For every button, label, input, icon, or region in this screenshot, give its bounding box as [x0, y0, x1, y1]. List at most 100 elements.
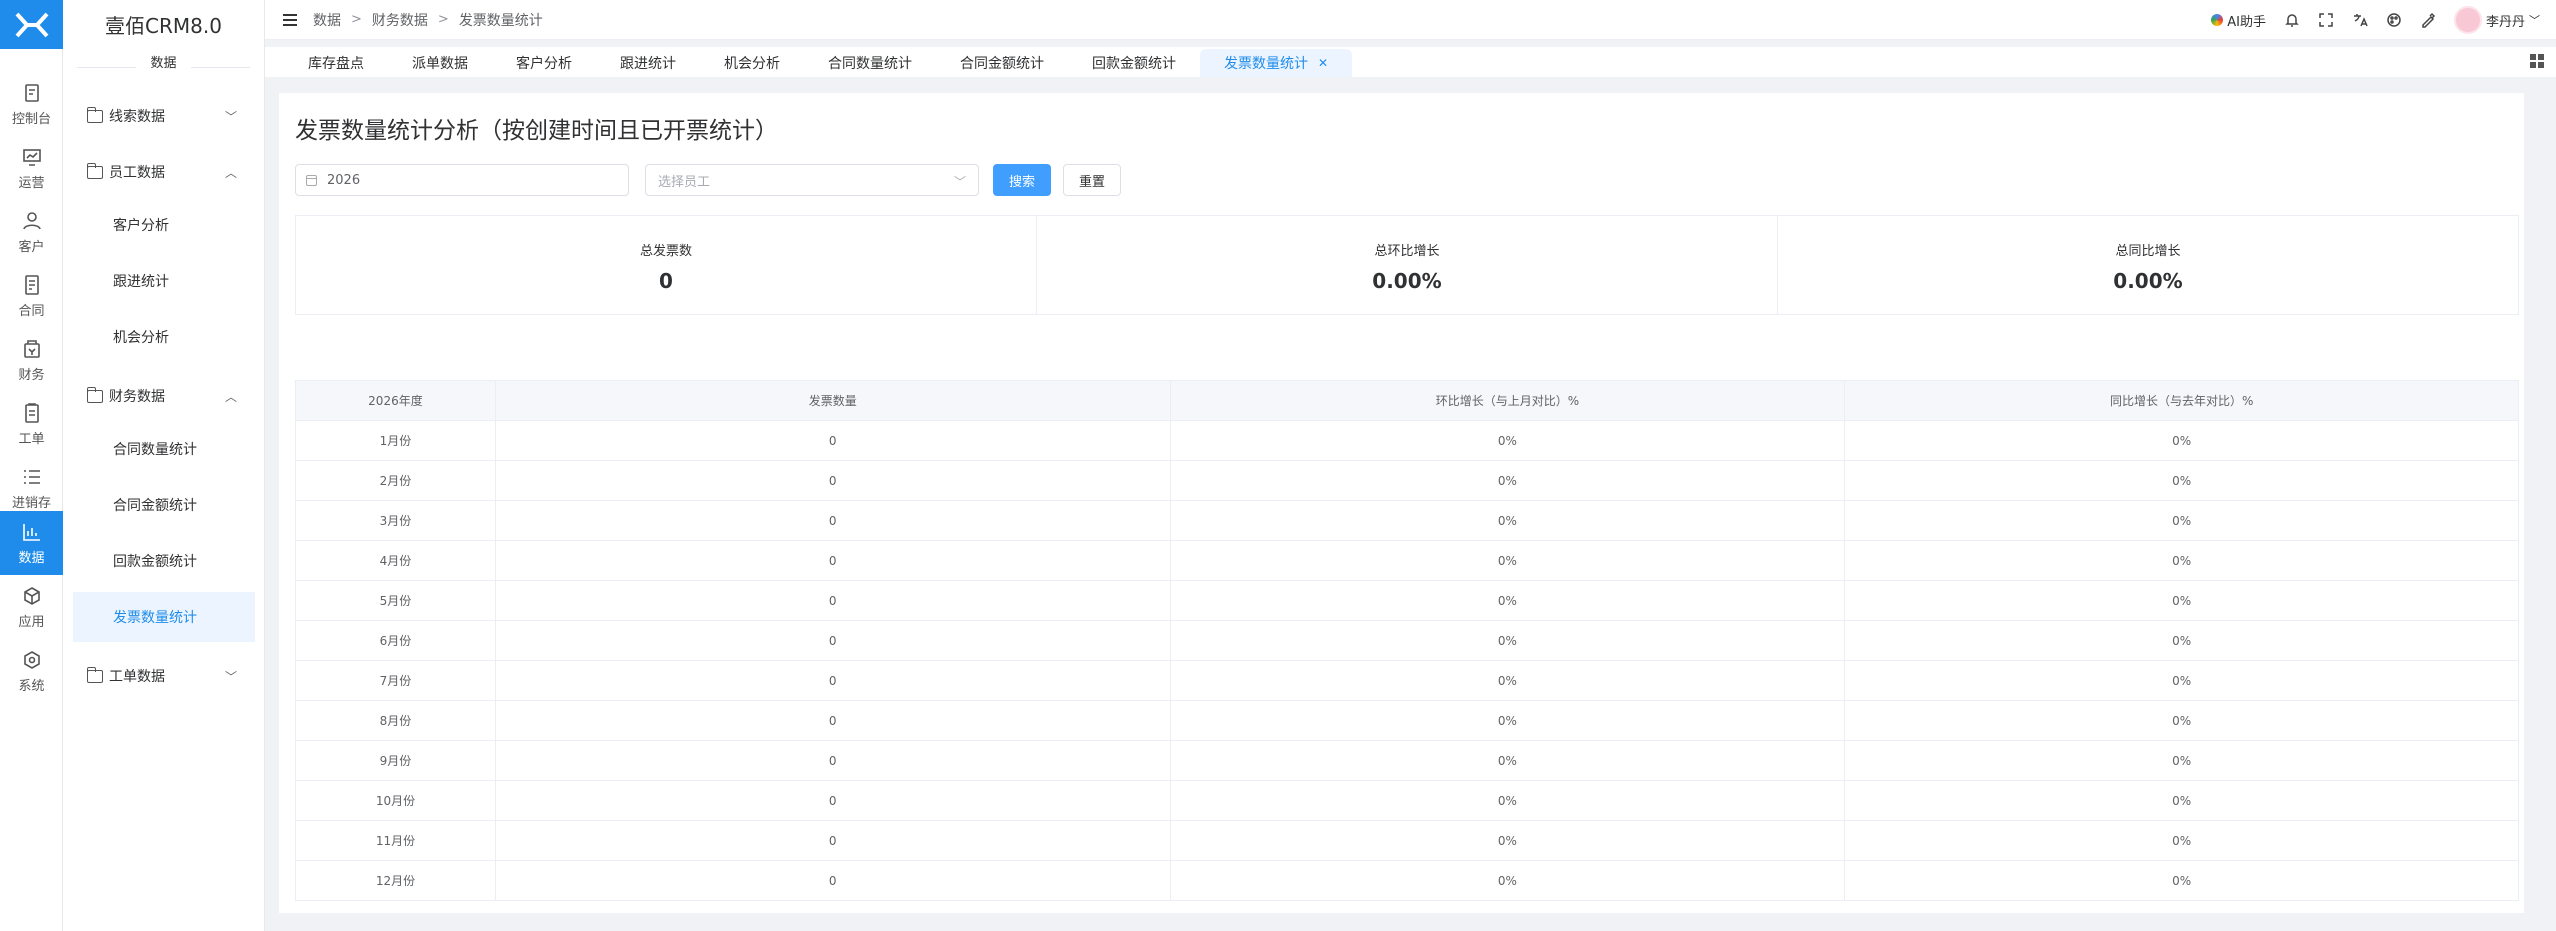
tab-payment-amount[interactable]: 回款金额统计: [1068, 49, 1200, 77]
chevron-down-icon: ﹀: [224, 109, 237, 124]
rail-item-label: 运营: [18, 175, 45, 191]
bell-icon[interactable]: [2284, 12, 2300, 28]
table-cell: 0%: [1844, 780, 2519, 821]
tab-inventory-check[interactable]: 库存盘点: [284, 49, 388, 77]
tab-label: 发票数量统计: [1224, 56, 1308, 72]
menu-toggle-icon[interactable]: [283, 13, 297, 26]
breadcrumb-separator: >: [437, 12, 449, 27]
menu-group-employee[interactable]: 员工数据 ︿: [73, 148, 255, 196]
table-cell: 0%: [1169, 740, 1846, 781]
close-icon[interactable]: ✕: [1318, 56, 1328, 70]
icon-rail: 控制台 运营 客户 合同 财务 工单 进销存 数据 应用 系统: [0, 0, 63, 931]
table-cell: 0: [494, 620, 1171, 661]
breadcrumb-item[interactable]: 财务数据: [372, 10, 428, 30]
employee-select[interactable]: 选择员工 ﹀: [645, 164, 979, 196]
folder-icon: [86, 106, 103, 123]
tab-contract-count[interactable]: 合同数量统计: [804, 49, 936, 77]
rail-item-apps[interactable]: 应用: [0, 575, 63, 639]
rail-item-label: 系统: [18, 678, 45, 694]
tab-label: 合同金额统计: [960, 56, 1044, 72]
tab-followup-stats[interactable]: 跟进统计: [596, 49, 700, 77]
table-row: 8月份 0 0% 0%: [295, 700, 2519, 741]
rail-item-operations[interactable]: 运营: [0, 136, 63, 200]
table-cell: 0%: [1844, 820, 2519, 861]
table-cell: 0%: [1169, 500, 1846, 541]
rail-item-dashboard[interactable]: 控制台: [0, 72, 63, 136]
rail-item-label: 客户: [18, 239, 45, 255]
table-cell: 11月份: [295, 820, 496, 861]
table-cell: 0%: [1169, 660, 1846, 701]
finance-icon: [23, 339, 40, 358]
brand-title: 壹佰CRM8.0: [105, 13, 222, 38]
menu-group-work-order[interactable]: 工单数据 ﹀: [73, 652, 255, 700]
inventory-icon: [23, 469, 40, 484]
theme-palette-icon[interactable]: [2386, 12, 2402, 28]
stats-summary: 总发票数 0 总环比增长 0.00% 总同比增长 0.00%: [295, 215, 2519, 315]
table-row: 4月份 0 0% 0%: [295, 540, 2519, 581]
menu-item-contract-count[interactable]: 合同数量统计: [73, 424, 255, 474]
chevron-down-icon: ﹀: [953, 175, 966, 189]
column-header: 2026年度: [295, 380, 496, 421]
stat-value: 0: [659, 269, 673, 293]
column-header: 环比增长（与上月对比）%: [1169, 380, 1846, 421]
table-row: 2月份 0 0% 0%: [295, 460, 2519, 501]
tab-invoice-count[interactable]: 发票数量统计 ✕: [1200, 49, 1353, 77]
rail-item-contract[interactable]: 合同: [0, 264, 63, 328]
reset-button[interactable]: 重置: [1063, 164, 1121, 196]
invoice-stats-table: 2026年度 发票数量 环比增长（与上月对比）% 同比增长（与去年对比）% 1月…: [295, 380, 2519, 901]
menu-item-customer-analysis[interactable]: 客户分析: [73, 200, 255, 250]
table-cell: 7月份: [295, 660, 496, 701]
ai-assistant-button[interactable]: AI助手: [2211, 11, 2266, 30]
breadcrumb-item[interactable]: 数据: [313, 10, 341, 30]
table-row: 6月份 0 0% 0%: [295, 620, 2519, 661]
table-row: 11月份 0 0% 0%: [295, 820, 2519, 861]
rail-item-finance[interactable]: 财务: [0, 328, 63, 392]
user-menu[interactable]: 李丹丹 ﹀: [2453, 6, 2540, 34]
rail-item-work-order[interactable]: 工单: [0, 392, 63, 456]
folder-icon: [86, 162, 103, 179]
chevron-down-icon: ﹀: [2529, 14, 2540, 27]
menu-item-opportunity-analysis[interactable]: 机会分析: [73, 312, 255, 362]
table-cell: 0: [494, 740, 1171, 781]
table-cell: 0: [494, 500, 1171, 541]
table-cell: 0%: [1169, 540, 1846, 581]
tabs-menu-icon[interactable]: [2530, 54, 2544, 68]
rail-item-system[interactable]: 系统: [0, 639, 63, 703]
table-cell: 3月份: [295, 500, 496, 541]
table-cell: 0%: [1844, 580, 2519, 621]
table-body: 1月份 0 0% 0% 2月份 0 0% 0% 3月份 0 0% 0% 4月份 0 0% 0% 5月份 0 0% 0%…: [295, 420, 2519, 901]
menu-item-contract-amount[interactable]: 合同金额统计: [73, 480, 255, 530]
skin-icon[interactable]: [2420, 12, 2436, 28]
tab-customer-analysis[interactable]: 客户分析: [492, 49, 596, 77]
app-logo[interactable]: [0, 0, 63, 49]
fullscreen-icon[interactable]: [2318, 12, 2334, 28]
operations-icon: [22, 148, 41, 166]
menu-group-finance[interactable]: 财务数据 ︿: [73, 372, 255, 420]
menu-item-payment-amount[interactable]: 回款金额统计: [73, 536, 255, 586]
rail-item-data[interactable]: 数据: [0, 511, 63, 575]
tab-dispatch-data[interactable]: 派单数据: [388, 49, 492, 77]
tab-contract-amount[interactable]: 合同金额统计: [936, 49, 1068, 77]
stat-total-yoy-growth: 总同比增长 0.00%: [1778, 216, 2518, 314]
menu-item-followup-stats[interactable]: 跟进统计: [73, 256, 255, 306]
table-cell: 0: [494, 540, 1171, 581]
table-cell: 0%: [1844, 460, 2519, 501]
table-row: 9月份 0 0% 0%: [295, 740, 2519, 781]
table-row: 5月份 0 0% 0%: [295, 580, 2519, 621]
table-cell: 0%: [1169, 780, 1846, 821]
table-cell: 0%: [1844, 660, 2519, 701]
menu-item-invoice-count[interactable]: 发票数量统计: [73, 592, 255, 642]
menu-group-leads[interactable]: 线索数据 ﹀: [73, 92, 255, 140]
year-picker[interactable]: 2026: [295, 164, 629, 196]
dashboard-icon: [24, 83, 39, 102]
table-cell: 0%: [1844, 620, 2519, 661]
rail-item-label: 数据: [18, 550, 45, 566]
tab-opportunity-analysis[interactable]: 机会分析: [700, 49, 804, 77]
table-cell: 0: [494, 820, 1171, 861]
tabs-bar: 库存盘点 派单数据 客户分析 跟进统计 机会分析 合同数量统计 合同金额统计 回…: [265, 47, 2556, 77]
rail-item-customer[interactable]: 客户: [0, 200, 63, 264]
rail-item-label: 财务: [18, 367, 45, 383]
search-button[interactable]: 搜索: [993, 164, 1051, 196]
breadcrumb: 数据 > 财务数据 > 发票数量统计: [313, 10, 543, 30]
translate-icon[interactable]: [2352, 12, 2368, 28]
